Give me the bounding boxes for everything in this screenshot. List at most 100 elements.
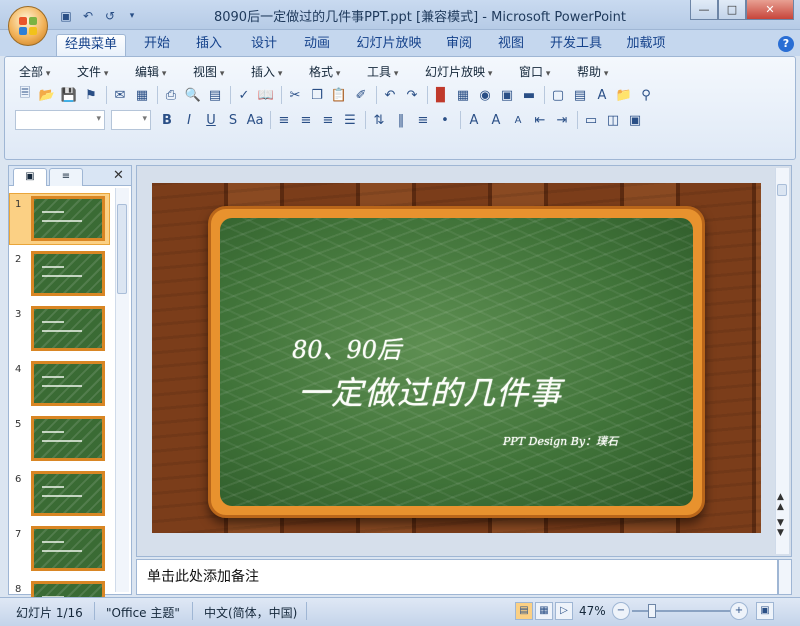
shrink-font-icon[interactable]: A [508,110,528,130]
zoom-level[interactable]: 47% [579,604,606,618]
align-right-icon[interactable]: ≡ [318,110,338,130]
menu-tools[interactable]: 工具 [367,63,398,80]
font-color-icon[interactable]: A [464,110,484,130]
notes-pane[interactable]: 单击此处添加备注 [136,559,778,595]
tab-animation[interactable]: 动画 [296,34,338,56]
customize-qat-icon[interactable]: ▾ [124,8,140,24]
justify-icon[interactable]: ☰ [340,110,360,130]
theme-name[interactable]: "Office 主题" [106,604,180,621]
clipart-icon[interactable]: ◉ [475,85,495,105]
email-icon[interactable]: ✉ [110,85,130,105]
text-direction-icon[interactable]: ⇅ [369,110,389,130]
menu-all[interactable]: 全部 [19,63,50,80]
search-icon[interactable]: ⚲ [636,85,656,105]
menu-edit[interactable]: 编辑 [135,63,166,80]
textbox-icon[interactable]: A [592,85,612,105]
spelling-icon[interactable]: ✓ [234,85,254,105]
office-button[interactable] [8,6,48,46]
save-icon[interactable]: ▣ [58,8,74,24]
publish-icon[interactable]: ▦ [132,85,152,105]
decrease-indent-icon[interactable]: ⇤ [530,110,550,130]
tab-view[interactable]: 视图 [490,34,532,56]
print-icon[interactable]: ⎙ [161,85,181,105]
close-pane-icon[interactable]: ✕ [113,168,124,183]
open-icon[interactable]: 📂 [37,85,57,105]
tab-outline[interactable]: ≡ [49,168,83,186]
slide-thumbnail[interactable] [31,471,105,516]
research-icon[interactable]: 📖 [256,85,276,105]
zoom-slider-thumb[interactable] [648,604,656,618]
picture-icon[interactable]: ▣ [497,85,517,105]
scroll-thumb[interactable] [117,204,127,294]
menu-format[interactable]: 格式 [309,63,340,80]
slide-thumbnail[interactable] [31,416,105,461]
menu-view[interactable]: 视图 [193,63,224,80]
prev-slide-icon[interactable]: ▲ ▲ [777,492,784,512]
undo-icon[interactable]: ↶ [380,85,400,105]
underline-icon[interactable]: U [201,110,221,130]
slideshow-button[interactable]: ▷ [555,602,573,620]
zoom-out-button[interactable]: − [612,602,630,620]
redo-icon[interactable]: ↺ [102,8,118,24]
tab-home[interactable]: 开始 [136,34,178,56]
notes-scrollbar[interactable] [778,559,792,595]
tab-developer[interactable]: 开发工具 [544,34,608,56]
folder-icon[interactable]: 📁 [614,85,634,105]
tab-addins[interactable]: 加载项 [620,34,672,56]
tab-slideshow[interactable]: 幻灯片放映 [350,34,428,56]
align-center-icon[interactable]: ≡ [296,110,316,130]
change-case-icon[interactable]: Aa [245,110,265,130]
slide-thumbnail[interactable] [31,306,105,351]
bold-icon[interactable]: B [157,110,177,130]
fit-slide-button[interactable]: ▣ [756,602,774,620]
color-icon[interactable]: ▬ [519,85,539,105]
minimize-button[interactable]: — [690,0,718,20]
main-scroll-thumb[interactable] [777,184,787,196]
chart-icon[interactable]: ▉ [431,85,451,105]
shadow-icon[interactable]: S [223,110,243,130]
tab-insert[interactable]: 插入 [188,34,230,56]
align-left-icon[interactable]: ≡ [274,110,294,130]
zoom-slider-track[interactable] [632,610,732,612]
cut-icon[interactable]: ✂ [285,85,305,105]
help-icon[interactable]: ? [778,36,794,52]
menu-window[interactable]: 窗口 [519,63,550,80]
bullets-icon[interactable]: • [435,110,455,130]
slides-pane-scrollbar[interactable] [115,188,129,592]
quick-styles-icon[interactable]: ▣ [625,110,645,130]
slide-thumbnail[interactable] [31,251,105,296]
italic-icon[interactable]: I [179,110,199,130]
slide-thumbnail[interactable] [31,196,105,241]
slide-layout-icon[interactable]: ▤ [570,85,590,105]
layout-icon[interactable]: ▤ [205,85,225,105]
redo-icon[interactable]: ↷ [402,85,422,105]
permission-icon[interactable]: ⚑ [81,85,101,105]
menu-slideshow[interactable]: 幻灯片放映 [425,63,492,80]
new-slide-icon[interactable]: ▢ [548,85,568,105]
menu-file[interactable]: 文件 [77,63,108,80]
zoom-in-button[interactable]: + [730,602,748,620]
columns-icon[interactable]: ‖ [391,110,411,130]
undo-icon[interactable]: ↶ [80,8,96,24]
arrange-icon[interactable]: ◫ [603,110,623,130]
menu-help[interactable]: 帮助 [577,63,608,80]
font-name-combo[interactable] [15,110,105,130]
format-painter-icon[interactable]: ✐ [351,85,371,105]
table-icon[interactable]: ▦ [453,85,473,105]
paste-icon[interactable]: 📋 [329,85,349,105]
tab-slides[interactable]: ▣ [13,168,47,186]
tab-review[interactable]: 审阅 [438,34,480,56]
slide-thumbnail[interactable] [31,526,105,571]
font-size-combo[interactable] [111,110,151,130]
shapes-icon[interactable]: ▭ [581,110,601,130]
copy-icon[interactable]: ❐ [307,85,327,105]
tab-classic-menu[interactable]: 经典菜单 [56,34,126,56]
language-indicator[interactable]: 中文(简体，中国) [204,604,297,621]
increase-indent-icon[interactable]: ⇥ [552,110,572,130]
close-button[interactable]: ✕ [746,0,794,20]
normal-view-button[interactable]: ▤ [515,602,533,620]
slide-sorter-button[interactable]: ▦ [535,602,553,620]
main-scrollbar[interactable]: ▲ ▲ ▼ ▼ [775,168,789,554]
grow-font-icon[interactable]: A [486,110,506,130]
next-slide-icon[interactable]: ▼ ▼ [777,518,784,538]
